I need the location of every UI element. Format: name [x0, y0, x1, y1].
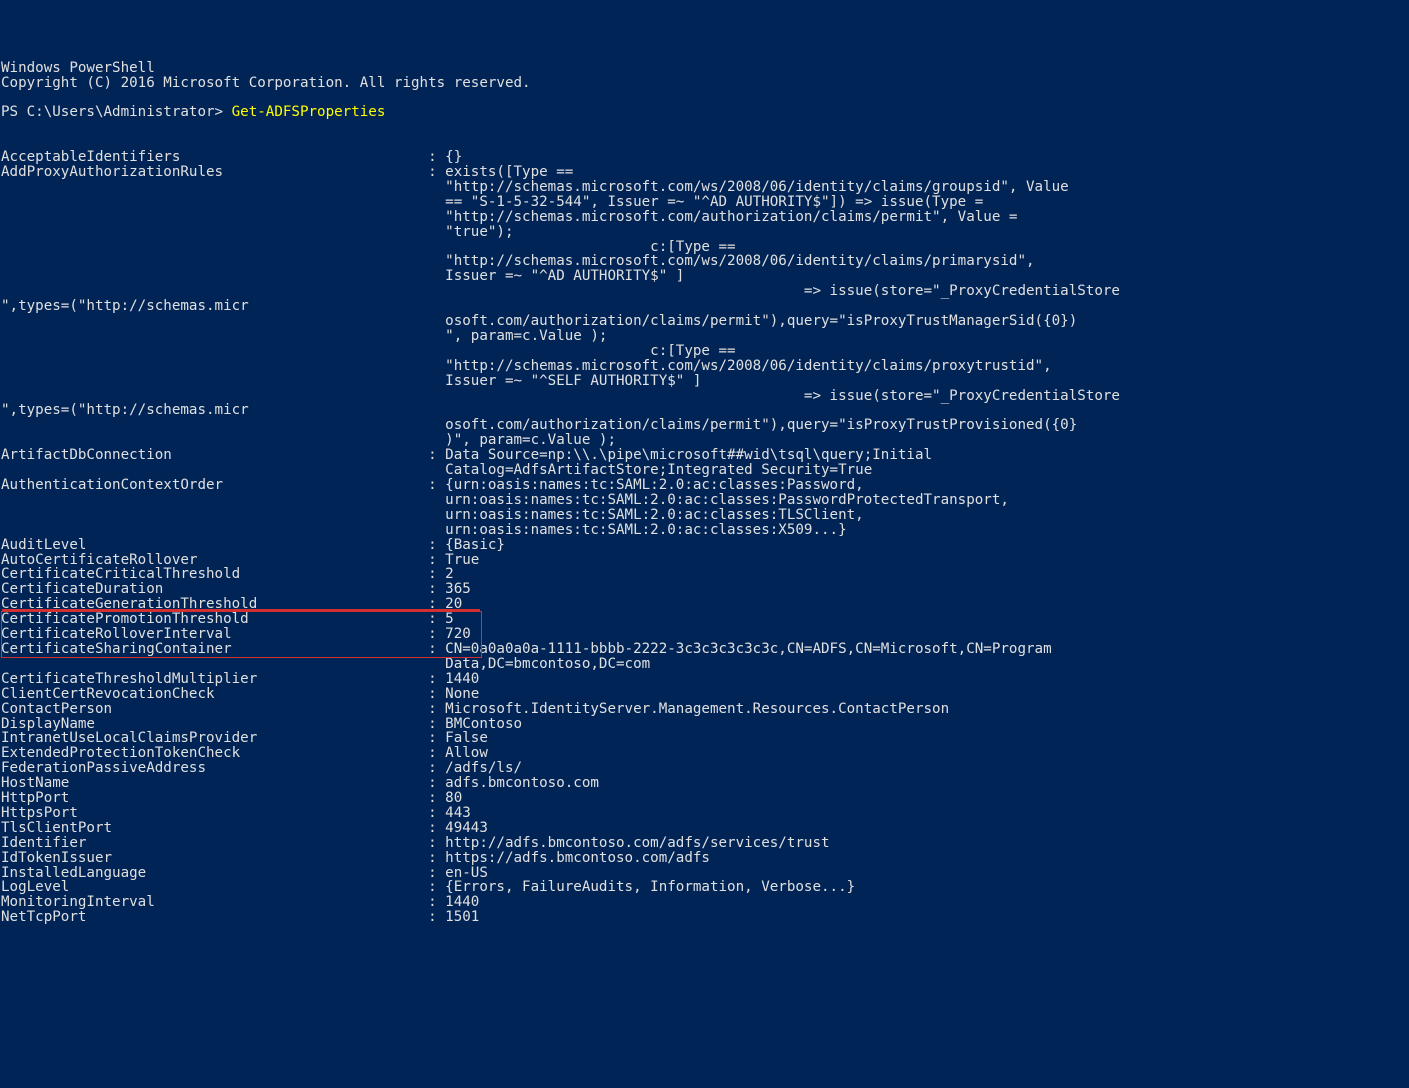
ps-header-2: Copyright (C) 2016 Microsoft Corporation…: [1, 75, 531, 91]
powershell-terminal[interactable]: Windows PowerShell Copyright (C) 2016 Mi…: [1, 61, 1409, 926]
prompt-path: PS C:\Users\Administrator>: [1, 104, 232, 120]
adfs-properties-output: AcceptableIdentifiers : {} AddProxyAutho…: [1, 149, 1120, 925]
blank: [1, 119, 10, 135]
blank: [1, 134, 10, 150]
ps-header-1: Windows PowerShell: [1, 60, 155, 76]
blank: [1, 89, 10, 105]
prompt-command: Get-ADFSProperties: [232, 104, 386, 120]
ps-prompt: PS C:\Users\Administrator> Get-ADFSPrope…: [1, 104, 385, 120]
